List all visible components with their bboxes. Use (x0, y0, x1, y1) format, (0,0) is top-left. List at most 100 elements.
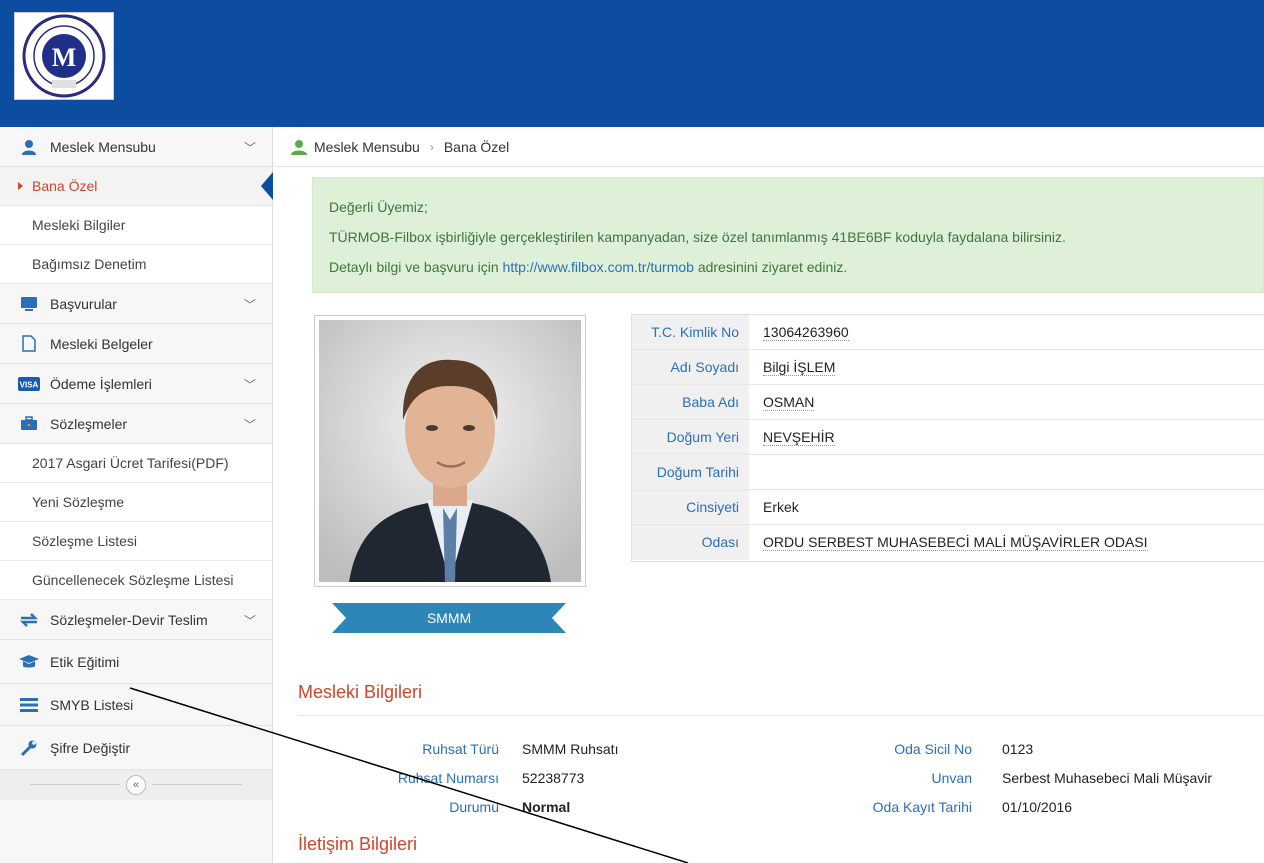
info-row-tc-kimlik-no: T.C. Kimlik No 13064263960 (632, 315, 1264, 350)
section-title-iletisim-bilgileri: İletişim Bilgileri (298, 834, 418, 854)
sidebar-subitem-guncellenecek-sozlesme-listesi[interactable]: Güncellenecek Sözleşme Listesi (0, 561, 272, 600)
info-value: NEVŞEHİR (763, 429, 835, 446)
seal-icon: M (22, 14, 106, 98)
info-label: T.C. Kimlik No (632, 315, 749, 349)
profile-photo-frame (314, 315, 586, 587)
kv-value: Normal (522, 799, 571, 815)
sidebar: Meslek Mensubu ﹀ Bana Özel Mesleki Bilgi… (0, 127, 273, 863)
sidebar-subitem-sozlesme-listesi[interactable]: Sözleşme Listesi (0, 522, 272, 561)
section-title-mesleki-bilgileri: Mesleki Bilgileri (298, 682, 423, 702)
wrench-icon (18, 739, 40, 757)
info-value: Bilgi İŞLEM (763, 359, 836, 376)
sidebar-item-smyb-listesi[interactable]: SMYB Listesi (0, 684, 272, 726)
sidebar-subitem-yeni-sozlesme[interactable]: Yeni Sözleşme (0, 483, 272, 522)
sidebar-subitem-bagimsiz-denetim[interactable]: Bağımsız Denetim (0, 245, 272, 284)
profile-photo (319, 320, 581, 582)
sidebar-item-label: Yeni Sözleşme (32, 494, 125, 510)
sidebar-item-meslek-mensubu[interactable]: Meslek Mensubu ﹀ (0, 127, 272, 167)
notice-message: TÜRMOB-Filbox işbirliğiyle gerçekleştiri… (329, 229, 1066, 245)
sidebar-item-label: Güncellenecek Sözleşme Listesi (32, 572, 234, 588)
breadcrumb-root[interactable]: Meslek Mensubu (314, 139, 420, 155)
sidebar-item-label: SMYB Listesi (50, 696, 134, 713)
sidebar-item-mesleki-belgeler[interactable]: Mesleki Belgeler (0, 324, 272, 364)
sidebar-item-label: Meslek Mensubu (50, 138, 156, 155)
sidebar-subitem-bana-ozel[interactable]: Bana Özel (0, 167, 273, 206)
organization-logo[interactable]: M (14, 12, 114, 100)
kv-value: 0123 (1002, 741, 1034, 757)
kv-label: Ruhsat Türü (422, 741, 499, 757)
sidebar-item-label: Sözleşmeler-Devir Teslim (50, 611, 208, 628)
chevron-down-icon: ﹀ (243, 378, 256, 392)
sidebar-item-label: Mesleki Belgeler (50, 335, 153, 352)
kv-label: Unvan (931, 770, 972, 786)
sidebar-subitem-mesleki-bilgiler[interactable]: Mesleki Bilgiler (0, 206, 272, 245)
visa-card-icon: VISA (18, 375, 40, 393)
filbox-link[interactable]: http://www.filbox.com.tr/turmob (503, 259, 694, 275)
info-value: OSMAN (763, 394, 815, 411)
top-header: M (0, 0, 1264, 127)
sidebar-item-label: Bana Özel (32, 178, 98, 194)
sidebar-collapse-row: « (0, 770, 272, 800)
info-label: Adı Soyadı (632, 350, 749, 384)
sidebar-collapse-button[interactable]: « (126, 775, 146, 795)
chevron-down-icon: ﹀ (243, 614, 256, 628)
info-value: ORDU SERBEST MUHASEBECİ MALİ MÜŞAVİRLER … (763, 534, 1148, 551)
sidebar-item-label: Başvurular (50, 295, 117, 312)
list-icon (18, 696, 40, 714)
chevron-down-icon: ﹀ (243, 418, 256, 432)
user-icon (18, 138, 40, 156)
info-label: Cinsiyeti (632, 490, 749, 524)
info-label: Doğum Tarihi (632, 455, 749, 489)
kv-value: 01/10/2016 (1002, 799, 1073, 815)
divider (30, 784, 120, 785)
graduation-cap-icon (18, 653, 40, 671)
kv-value: Serbest Muhasebeci Mali Müşavir (1002, 770, 1213, 786)
info-row-baba-adi: Baba Adı OSMAN (632, 385, 1264, 420)
info-row-dogum-yeri: Doğum Yeri NEVŞEHİR (632, 420, 1264, 455)
personal-info-table: T.C. Kimlik No 13064263960 Adı Soyadı Bilg… (631, 314, 1264, 562)
sidebar-item-label: Mesleki Bilgiler (32, 217, 126, 233)
sidebar-subitem-asgari-ucret-tarifesi[interactable]: 2017 Asgari Ücret Tarifesi(PDF) (0, 444, 272, 483)
kv-value: 52238773 (522, 770, 585, 786)
sidebar-item-label: Ödeme İşlemleri (50, 375, 152, 392)
info-label: Doğum Yeri (632, 420, 749, 454)
sidebar-item-label: Sözleşmeler (50, 415, 128, 432)
info-value: 13064263960 (763, 324, 849, 341)
sidebar-item-sozlesmeler[interactable]: Sözleşmeler ﹀ (0, 404, 272, 444)
notice-detail: Detaylı bilgi ve başvuru için http://www… (329, 252, 1247, 282)
kv-label: Ruhsat Numarsı (397, 770, 499, 786)
sidebar-item-sifre-degistir[interactable]: Şifre Değiştir (0, 726, 272, 770)
notice-detail-text: Detaylı bilgi ve başvuru için (329, 259, 503, 275)
kv-label: Durumu (449, 799, 499, 815)
divider (298, 715, 1264, 716)
title-badge: SMMM (332, 603, 566, 633)
breadcrumb-current: Bana Özel (443, 138, 510, 155)
info-label: Odası (632, 525, 749, 560)
sidebar-item-label: 2017 Asgari Ücret Tarifesi(PDF) (32, 455, 229, 471)
divider (152, 784, 242, 785)
kv-value: SMMM Ruhsatı (522, 741, 619, 757)
kv-label: Oda Sicil No (894, 741, 972, 757)
user-icon (290, 139, 308, 155)
sidebar-item-label: Şifre Değiştir (50, 739, 131, 756)
kv-label: Oda Kayıt Tarihi (872, 799, 972, 815)
main-content: Meslek Mensubu › Bana Özel Değerli Üyemi… (274, 127, 1264, 863)
info-row-cinsiyeti: Cinsiyeti Erkek (632, 490, 1264, 525)
document-icon (18, 335, 40, 353)
info-row-dogum-tarihi: Doğum Tarihi (632, 455, 1264, 490)
transfer-icon (18, 611, 40, 629)
sidebar-item-odeme-islemleri[interactable]: VISA Ödeme İşlemleri ﹀ (0, 364, 272, 404)
notice-detail-text: adresinini ziyaret ediniz. (693, 259, 848, 275)
info-label: Baba Adı (632, 385, 749, 419)
notice-greeting: Değerli Üyemiz; (329, 199, 428, 215)
sidebar-item-sozlesmeler-devir-teslim[interactable]: Sözleşmeler-Devir Teslim ﹀ (0, 600, 272, 640)
sidebar-item-label: Sözleşme Listesi (32, 533, 138, 549)
breadcrumb-separator-icon: › (429, 139, 434, 154)
monitor-icon (18, 295, 40, 313)
chevron-down-icon: ﹀ (243, 298, 256, 312)
chevron-down-icon: ﹀ (243, 141, 256, 155)
svg-text:M: M (52, 43, 77, 72)
sidebar-item-basvurular[interactable]: Başvurular ﹀ (0, 284, 272, 324)
sidebar-item-etik-egitimi[interactable]: Etik Eğitimi (0, 640, 272, 684)
info-row-odasi: Odası ORDU SERBEST MUHASEBECİ MALİ MÜŞAVİ… (632, 525, 1264, 560)
